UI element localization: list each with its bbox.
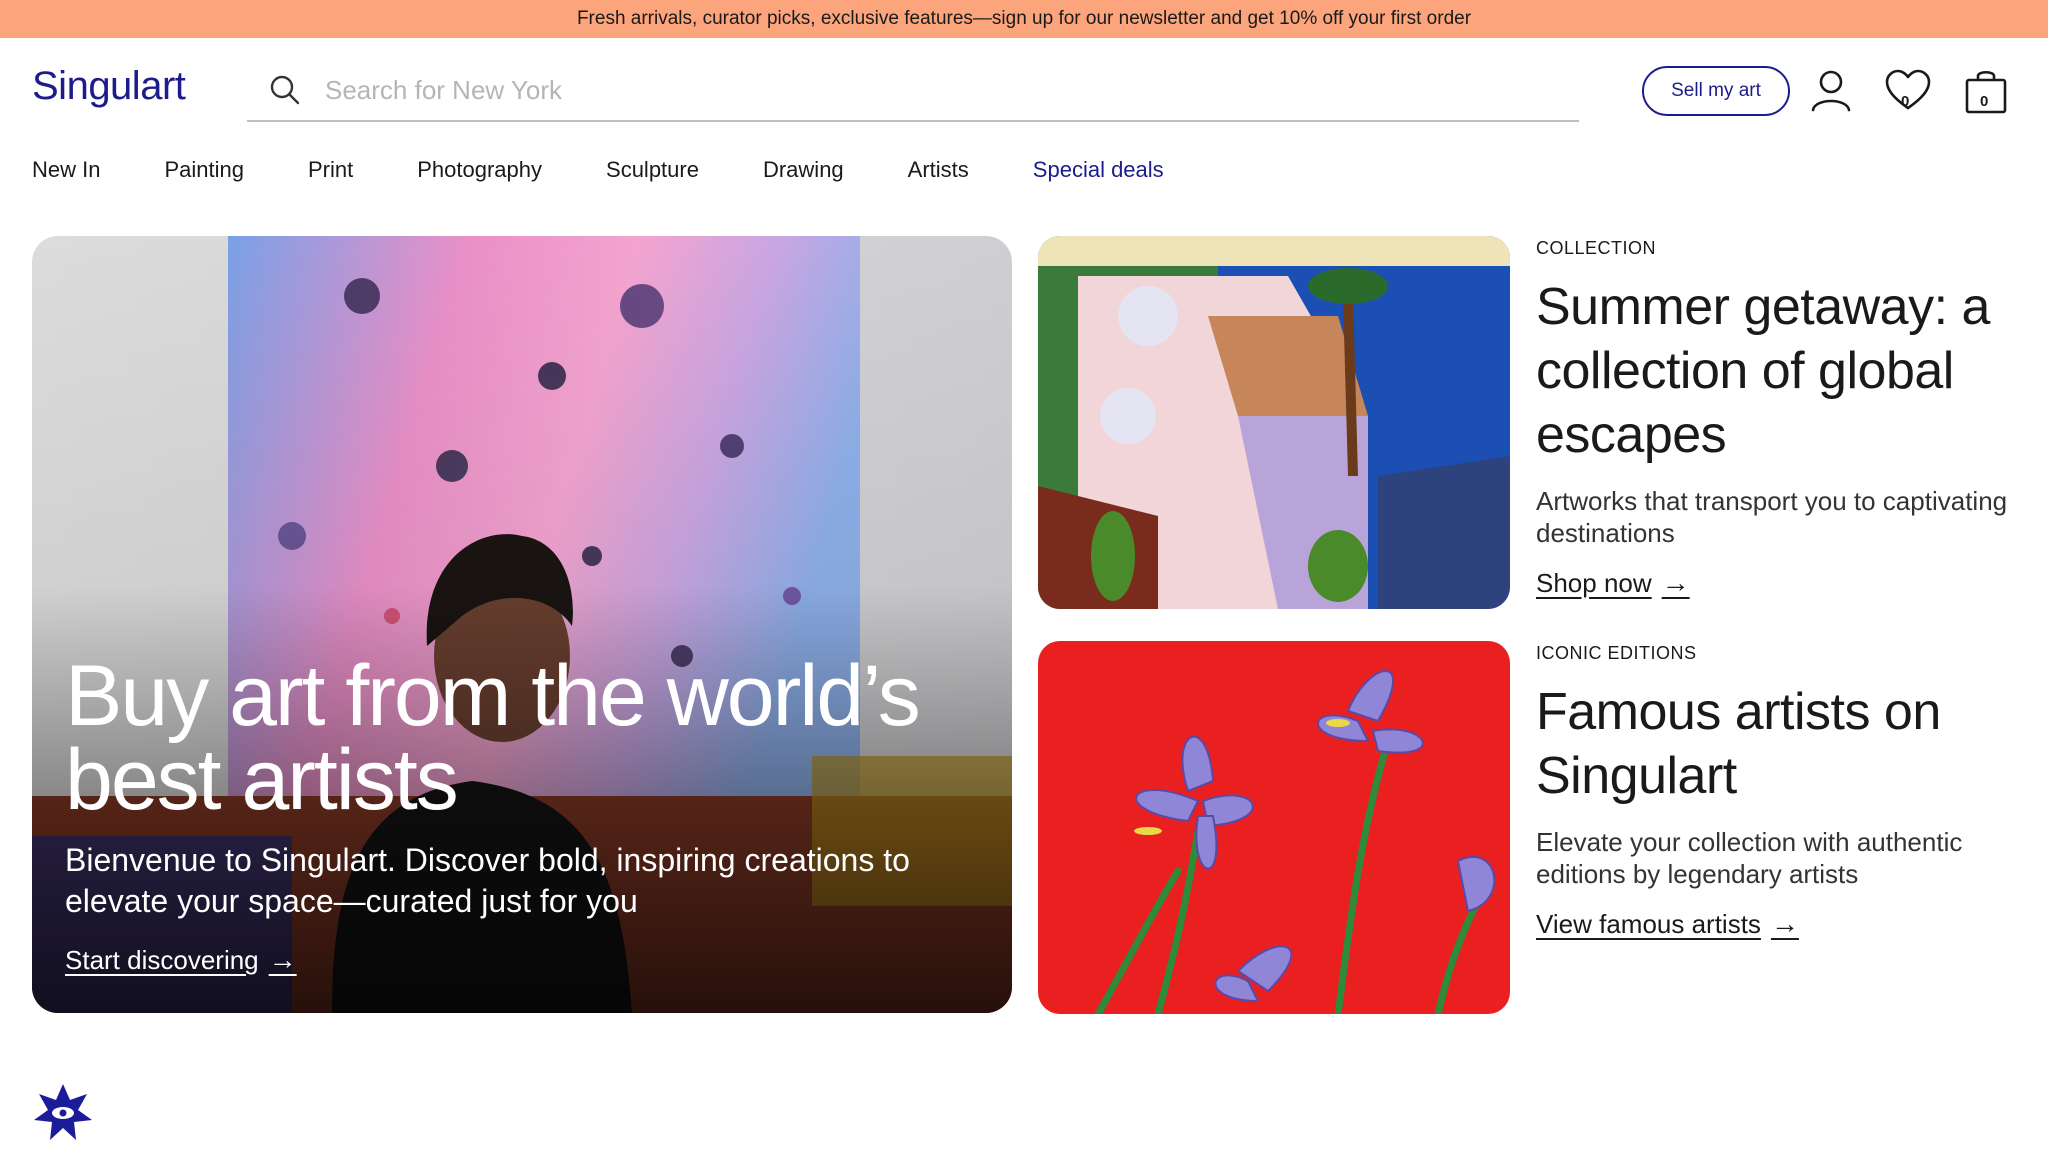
summer-getaway-artwork xyxy=(1038,236,1510,609)
promo-text: Fresh arrivals, curator picks, exclusive… xyxy=(576,8,1472,29)
star-eye-badge-icon[interactable] xyxy=(32,1082,94,1144)
summer-getaway-card: COLLECTION Summer getaway: a collection … xyxy=(1536,238,2016,599)
card-title[interactable]: Famous artists on Singulart xyxy=(1536,680,2016,808)
view-famous-artists-link[interactable]: View famous artists → xyxy=(1536,908,2016,940)
promo-banner[interactable]: Fresh arrivals, curator picks, exclusive… xyxy=(0,0,2048,38)
user-account-icon[interactable] xyxy=(1805,64,1857,116)
summer-getaway-image[interactable] xyxy=(1038,236,1510,609)
hero-title: Buy art from the world’s best artists xyxy=(65,648,921,828)
nav-painting[interactable]: Painting xyxy=(164,157,244,183)
hero-subtitle: Bienvenue to Singulart. Discover bold, i… xyxy=(65,842,910,919)
card-title[interactable]: Summer getaway: a collection of global e… xyxy=(1536,275,2016,467)
search-bar[interactable] xyxy=(247,60,1579,122)
search-input[interactable] xyxy=(325,74,1525,106)
card-eyebrow: COLLECTION xyxy=(1536,238,1657,258)
nav-artists[interactable]: Artists xyxy=(908,157,969,183)
iris-flowers-artwork xyxy=(1038,641,1510,1014)
sell-my-art-button[interactable]: Sell my art xyxy=(1642,66,1790,116)
arrow-right-icon: → xyxy=(1661,567,1690,598)
search-icon[interactable] xyxy=(267,72,303,108)
site-header: Singulart Sell my art 0 0 xyxy=(0,38,2048,124)
arrow-right-icon: → xyxy=(1770,908,1799,939)
nav-new-in[interactable]: New In xyxy=(32,157,100,183)
arrow-right-icon: → xyxy=(268,944,297,975)
famous-artists-card: ICONIC EDITIONS Famous artists on Singul… xyxy=(1536,643,2016,940)
shop-now-link[interactable]: Shop now → xyxy=(1536,567,2016,599)
cart-count: 0 xyxy=(1980,93,1989,110)
shop-now-label: Shop now xyxy=(1536,567,1652,598)
wishlist-count: 0 xyxy=(1901,93,1910,110)
view-famous-artists-label: View famous artists xyxy=(1536,908,1761,939)
nav-drawing[interactable]: Drawing xyxy=(763,157,844,183)
card-subtitle: Artworks that transport you to captivati… xyxy=(1536,486,2008,548)
nav-special-deals[interactable]: Special deals xyxy=(1033,157,1164,183)
nav-sculpture[interactable]: Sculpture xyxy=(606,157,699,183)
singulart-logo[interactable]: Singulart xyxy=(32,64,186,109)
start-discovering-label: Start discovering xyxy=(65,944,259,975)
nav-print[interactable]: Print xyxy=(308,157,353,183)
hero-banner[interactable]: Buy art from the world’s best artists Bi… xyxy=(32,236,1012,1013)
nav-photography[interactable]: Photography xyxy=(417,157,542,183)
card-subtitle: Elevate your collection with authentic e… xyxy=(1536,827,1963,889)
card-eyebrow: ICONIC EDITIONS xyxy=(1536,643,1697,663)
main-nav: New In Painting Print Photography Sculpt… xyxy=(32,152,1228,188)
start-discovering-link[interactable]: Start discovering → xyxy=(65,944,297,976)
famous-artists-image[interactable] xyxy=(1038,641,1510,1014)
